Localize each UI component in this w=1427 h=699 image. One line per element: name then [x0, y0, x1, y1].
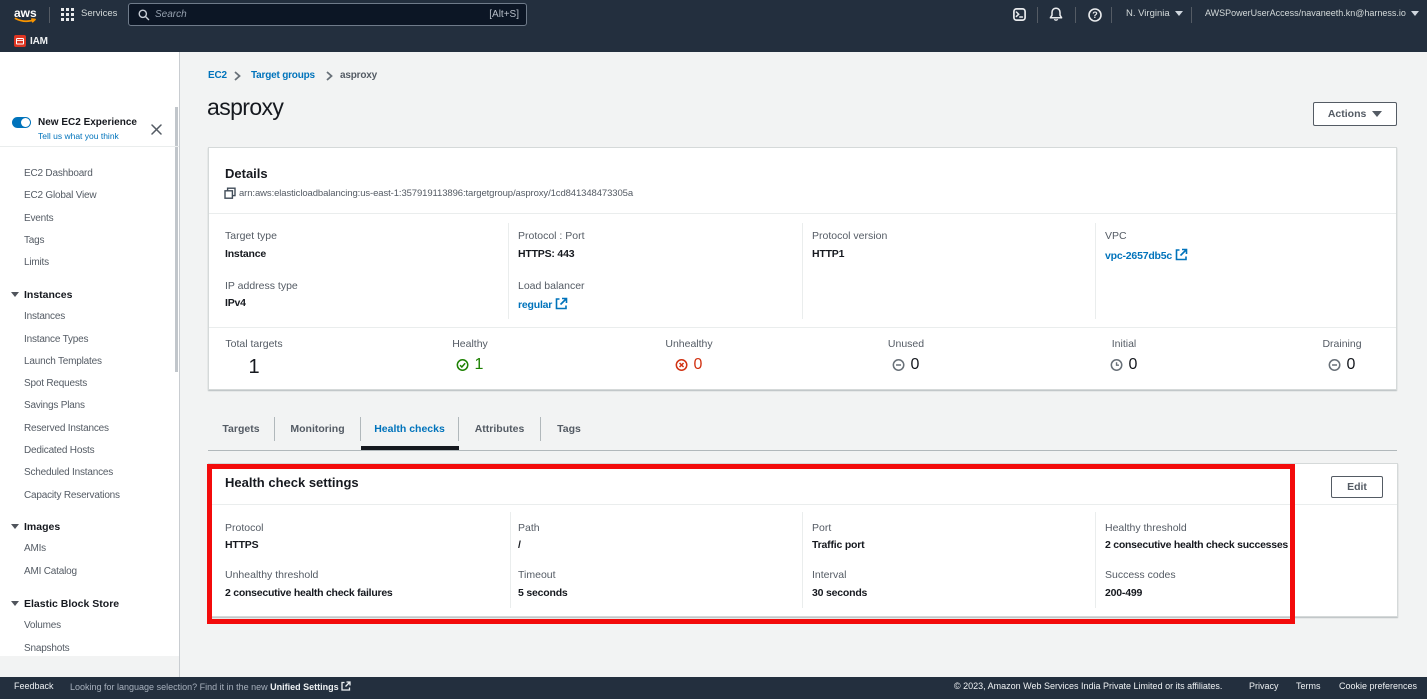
svg-text:aws: aws: [14, 6, 37, 20]
svg-text:?: ?: [1092, 10, 1098, 20]
